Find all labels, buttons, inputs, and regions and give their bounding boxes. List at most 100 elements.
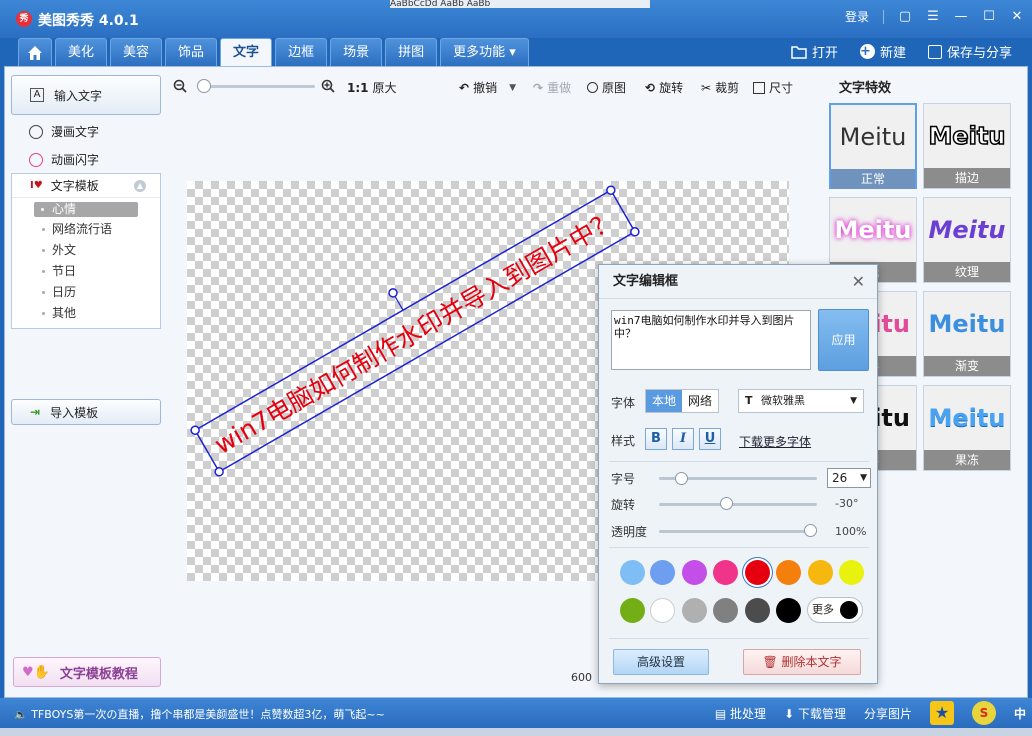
font-source-local[interactable]: 本地 — [646, 390, 683, 412]
font-size-slider-handle[interactable] — [675, 472, 688, 485]
status-bar: 🔈 TFBOYS第一次の直播，撸个串都是美颜盛世！点赞数超3亿，萌飞起~~ ▤ … — [0, 698, 1032, 728]
rotation-slider-track[interactable] — [659, 503, 817, 506]
undo-dropdown-icon[interactable]: ▼ — [509, 83, 516, 93]
zoom-slider-handle[interactable] — [197, 79, 211, 93]
zoom-slider-track[interactable] — [197, 85, 315, 88]
template-category-holiday[interactable]: 节日 — [12, 261, 160, 282]
login-link[interactable]: 登录 — [845, 8, 869, 25]
font-size-select[interactable]: 26 ▼ — [827, 468, 871, 488]
crop-button[interactable]: ✂ 裁剪 — [701, 79, 739, 96]
rotation-slider-handle[interactable] — [720, 497, 733, 510]
menu-icon[interactable]: ☰ — [926, 9, 940, 24]
new-button[interactable]: + 新建 — [859, 42, 906, 61]
effect-gradient[interactable]: Meitu 渐变 — [923, 291, 1011, 377]
resize-handle-bottom-left[interactable] — [214, 466, 225, 477]
tab-accessories[interactable]: 饰品 — [165, 38, 218, 66]
effect-texture-label: 纹理 — [924, 262, 1010, 282]
opacity-slider-handle[interactable] — [804, 524, 817, 537]
color-swatch-black[interactable] — [776, 598, 801, 623]
collapse-icon[interactable]: ▲ — [134, 179, 146, 192]
font-family-select[interactable]: T 微软雅黑 ▼ — [738, 389, 864, 413]
font-label: 字体 — [611, 396, 636, 410]
color-swatch-red[interactable] — [745, 560, 770, 585]
original-size-button[interactable]: 1:1 原大 — [347, 79, 397, 96]
advanced-settings-button[interactable]: 高级设置 — [613, 649, 709, 675]
canvas-toolbar: 1:1 原大 ↶ 撤销 ▼ ↷ 重做 原图 ⟲ 旋转 ✂ 裁剪 尺寸 — [173, 73, 823, 101]
effect-stroke[interactable]: Meitu 描边 — [923, 103, 1011, 189]
style-label: 样式 — [611, 434, 636, 448]
delete-text-button[interactable]: 🗑 删除本文字 — [743, 649, 861, 675]
tab-cosmetics[interactable]: 美容 — [110, 38, 163, 66]
template-category-internet-slang[interactable]: 网络流行语 — [12, 219, 160, 240]
text-content-input[interactable]: win7电脑如何制作水印并导入到图片中？ — [611, 310, 811, 370]
app-window: 秀 美图秀秀 4.0.1 AaBbCcDd AaBb AaBb 登录 ▢ ☰ —… — [0, 0, 1032, 736]
redo-button[interactable]: ↷ 重做 — [533, 79, 571, 96]
resize-button[interactable]: 尺寸 — [753, 79, 793, 96]
effect-normal[interactable]: Meitu 正常 — [829, 103, 917, 189]
template-category-other[interactable]: 其他 — [12, 303, 160, 324]
comic-text-item[interactable]: 漫画文字 — [29, 123, 99, 140]
color-swatch-light-blue[interactable] — [620, 560, 645, 585]
template-category-mood[interactable]: 心情 — [34, 202, 138, 217]
rotate-handle[interactable] — [388, 287, 399, 298]
undo-button[interactable]: ↶ 撤销 ▼ — [459, 79, 516, 96]
download-manager-button[interactable]: ⬇ 下载管理 — [784, 705, 846, 722]
original-image-button[interactable]: 原图 — [587, 79, 626, 96]
download-fonts-link[interactable]: 下载更多字体 — [739, 433, 811, 450]
template-tutorial-button[interactable]: ♥✋ 文字模板教程 — [13, 657, 161, 687]
bold-button[interactable]: B — [645, 428, 667, 450]
rotate-button[interactable]: ⟲ 旋转 — [645, 79, 683, 96]
color-swatch-yellow[interactable] — [839, 560, 864, 585]
resize-handle-top-left[interactable] — [190, 425, 201, 436]
color-swatch-white[interactable] — [650, 598, 675, 623]
template-category-calendar[interactable]: 日历 — [12, 282, 160, 303]
open-button[interactable]: 打开 — [791, 42, 838, 61]
news-ticker[interactable]: 🔈 TFBOYS第一次の直播，撸个串都是美颜盛世！点赞数超3亿，萌飞起~~ — [14, 706, 385, 722]
color-swatch-purple[interactable] — [682, 560, 707, 585]
color-swatch-green[interactable] — [620, 598, 645, 623]
color-swatch-yellow-orange[interactable] — [808, 560, 833, 585]
apply-button[interactable]: 应用 — [818, 309, 869, 371]
font-source-network[interactable]: 网络 — [682, 390, 718, 412]
tab-home[interactable] — [18, 38, 52, 66]
feedback-icon[interactable]: ▢ — [898, 9, 912, 24]
color-swatch-orange[interactable] — [776, 560, 801, 585]
minimize-icon[interactable]: — — [954, 9, 968, 24]
tab-scene[interactable]: 场景 — [330, 38, 383, 66]
template-category-foreign[interactable]: 外文 — [12, 240, 160, 261]
resize-handle-bottom-right[interactable] — [629, 226, 640, 237]
italic-button[interactable]: I — [672, 428, 694, 450]
color-swatch-gray[interactable] — [713, 598, 738, 623]
save-share-button[interactable]: 保存与分享 — [927, 42, 1012, 61]
text-template-header[interactable]: I♥ 文字模板 ▲ — [12, 174, 160, 198]
effect-jelly[interactable]: Meitu 果冻 — [923, 385, 1011, 471]
color-swatch-pink[interactable] — [713, 560, 738, 585]
close-icon[interactable]: ✕ — [1010, 9, 1024, 24]
color-swatch-blue[interactable] — [650, 560, 675, 585]
effect-texture[interactable]: Meitu 纹理 — [923, 197, 1011, 283]
tab-beautify[interactable]: 美化 — [55, 38, 108, 66]
share-image-button[interactable]: 分享图片 — [864, 705, 912, 722]
color-swatch-light-gray[interactable] — [682, 598, 707, 623]
more-colors-button[interactable]: 更多 — [807, 597, 863, 623]
star-icon[interactable]: ★ — [929, 701, 954, 725]
zoom-in-icon[interactable] — [321, 79, 335, 93]
resize-handle-top-right[interactable] — [605, 185, 616, 196]
ime-indicator[interactable]: 中 — [1014, 705, 1026, 722]
opacity-slider-track[interactable] — [659, 530, 817, 533]
tab-more-features[interactable]: 更多功能 ▾ — [440, 38, 529, 66]
batch-process-button[interactable]: ▤ 批处理 — [715, 705, 766, 722]
color-swatch-dark-gray[interactable] — [745, 598, 770, 623]
animated-text-item[interactable]: 动画闪字 — [29, 151, 99, 168]
zoom-out-icon[interactable] — [173, 79, 187, 93]
dialog-close-icon[interactable]: ✕ — [852, 265, 865, 299]
file-actions: 打开 + 新建 保存与分享 — [791, 42, 1012, 61]
tab-frame[interactable]: 边框 — [275, 38, 328, 66]
tab-text[interactable]: 文字 — [220, 38, 273, 66]
maximize-icon[interactable]: ☐ — [982, 9, 996, 24]
weibo-icon[interactable]: S — [971, 701, 996, 725]
tab-collage[interactable]: 拼图 — [385, 38, 438, 66]
import-template-button[interactable]: ⇥ 导入模板 — [11, 399, 161, 425]
underline-button[interactable]: U — [699, 428, 721, 450]
input-text-button[interactable]: A 输入文字 — [11, 75, 161, 115]
